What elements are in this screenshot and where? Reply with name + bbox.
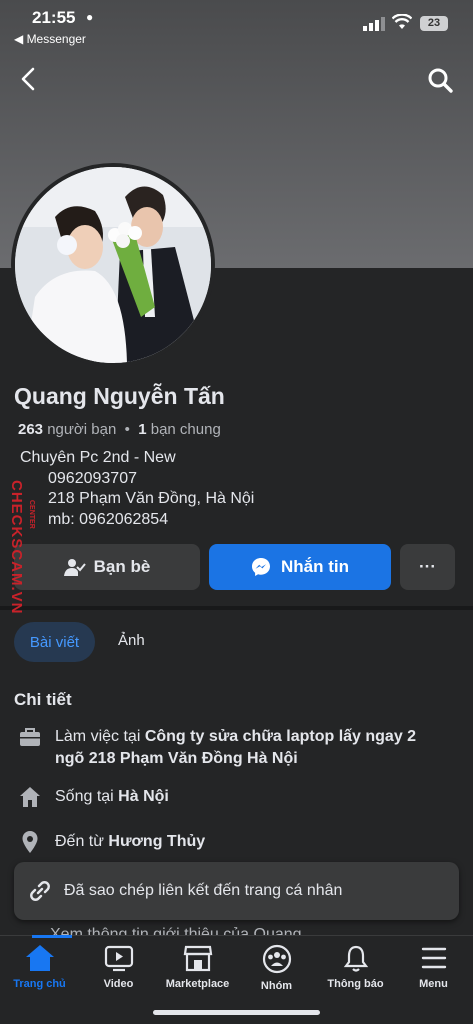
bell-icon — [343, 945, 368, 972]
from-info[interactable]: Đến từ Hương Thủy — [55, 831, 205, 853]
message-button-label: Nhắn tin — [281, 557, 349, 576]
from-place: Hương Thủy — [108, 833, 206, 850]
avatar-photo — [15, 167, 211, 363]
lives-prefix: Sống tại — [55, 788, 114, 805]
messenger-icon — [252, 558, 270, 576]
nav-groups-label: Nhóm — [260, 980, 293, 992]
nav-home-label: Trang chủ — [13, 978, 66, 990]
more-options-button[interactable]: ··· — [400, 544, 455, 590]
back-to-app-link[interactable]: ◀ Messenger — [14, 32, 86, 46]
cellular-signal-icon — [363, 17, 385, 31]
link-copied-toast: Đã sao chép liên kết đến trang cá nhân — [14, 862, 459, 920]
profile-name: Quang Nguyễn Tấn — [14, 383, 225, 409]
back-arrow-icon[interactable] — [16, 66, 42, 92]
location-pin-icon — [22, 831, 38, 853]
bio-line-4: mb: 0962062854 — [48, 511, 169, 528]
marketplace-icon — [183, 945, 212, 972]
bio-line-2: 0962093707 — [48, 470, 137, 487]
work-place: Công ty sửa chữa laptop lấy ngay 2 — [144, 728, 417, 745]
work-place-line-2: ngõ 218 Phạm Văn Đồng Hà Nội — [55, 750, 298, 767]
link-icon — [30, 881, 50, 901]
mutual-count: 1 — [138, 421, 147, 438]
hamburger-menu-icon — [421, 947, 446, 969]
nav-groups[interactable]: Nhóm — [237, 944, 316, 1004]
from-prefix: Đến từ — [55, 833, 104, 850]
nav-marketplace[interactable]: Marketplace — [158, 944, 237, 1004]
status-time: 21:55 — [32, 8, 76, 27]
video-icon — [104, 945, 133, 972]
battery-indicator: 23 — [420, 16, 448, 31]
watermark-subtext: CENTER — [28, 500, 35, 529]
tab-posts[interactable]: Bài viết — [14, 622, 95, 662]
nav-marketplace-label: Marketplace — [165, 978, 230, 990]
briefcase-icon — [20, 728, 40, 746]
toast-message: Đã sao chép liên kết đến trang cá nhân — [64, 882, 343, 899]
nav-notifications[interactable]: Thông báo — [316, 944, 395, 1004]
home-indicator[interactable] — [153, 1010, 320, 1015]
work-prefix: Làm việc tại — [55, 728, 141, 745]
message-button[interactable]: Nhắn tin — [209, 544, 391, 590]
more-icon: ··· — [419, 557, 436, 576]
home-icon — [20, 787, 40, 807]
work-info[interactable]: Làm việc tại Công ty sửa chữa laptop lấy… — [55, 726, 416, 770]
bio-line-1: Chuyên Pc 2nd - New — [20, 449, 176, 466]
wifi-icon — [392, 14, 412, 29]
nav-home[interactable]: Trang chủ — [0, 944, 79, 1004]
section-divider — [0, 606, 473, 610]
activity-icon: ● — [86, 10, 94, 24]
groups-icon — [262, 944, 291, 974]
nav-menu-label: Menu — [419, 978, 448, 990]
nav-notifications-label: Thông báo — [327, 978, 384, 990]
friends-label: người bạn — [47, 421, 117, 438]
tab-photos[interactable]: Ảnh — [118, 632, 145, 649]
friends-button[interactable]: Bạn bè — [14, 544, 200, 590]
friends-button-label: Bạn bè — [93, 557, 151, 576]
watermark-text: CHECKSCAM.VN — [8, 480, 25, 615]
details-heading: Chi tiết — [14, 690, 72, 709]
profile-avatar[interactable] — [11, 163, 215, 367]
friends-count: 263 — [18, 421, 44, 438]
bio-line-3: 218 Phạm Văn Đồng, Hà Nội — [48, 490, 255, 507]
lives-info[interactable]: Sống tại Hà Nội — [55, 786, 169, 808]
nav-video-label: Video — [103, 978, 134, 990]
friends-summary[interactable]: 263 người bạn • 1 bạn chung — [18, 421, 221, 438]
nav-video[interactable]: Video — [79, 944, 158, 1004]
home-nav-icon — [25, 945, 54, 971]
status-bar: 21:55 ● ◀ Messenger 23 — [0, 0, 473, 52]
search-icon[interactable] — [426, 66, 454, 94]
friend-check-icon — [63, 559, 86, 576]
active-tab-indicator — [32, 935, 72, 938]
lives-place: Hà Nội — [118, 788, 169, 805]
nav-menu[interactable]: Menu — [394, 944, 473, 1004]
mutual-label: bạn chung — [150, 421, 221, 438]
